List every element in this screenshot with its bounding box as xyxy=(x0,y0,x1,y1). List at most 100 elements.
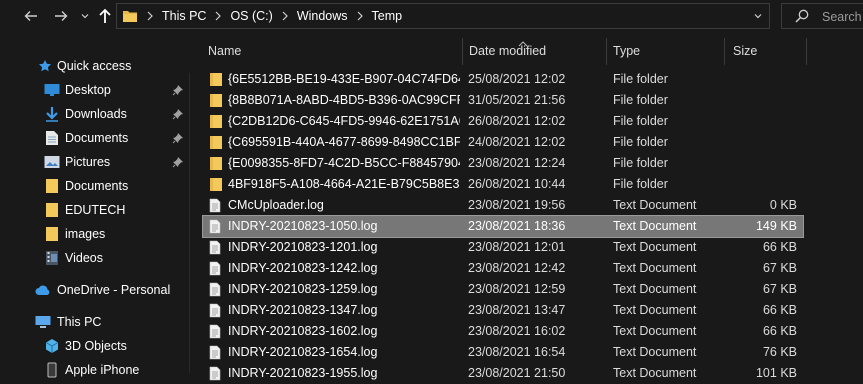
breadcrumb-windows[interactable]: Windows xyxy=(297,9,348,23)
breadcrumb-separator-icon[interactable] xyxy=(214,11,222,21)
sidebar-item-label: Pictures xyxy=(65,155,111,169)
sidebar-item-label: Documents xyxy=(65,131,129,145)
column-divider[interactable] xyxy=(606,38,607,65)
column-divider[interactable] xyxy=(724,38,725,65)
sidebar-item-images[interactable]: images xyxy=(0,223,191,245)
sidebar-item-documents-folder[interactable]: Documents xyxy=(0,175,191,197)
address-toolbar: This PC OS (C:) Windows Temp Search xyxy=(0,0,863,33)
videos-icon xyxy=(44,250,60,266)
file-type: Text Document xyxy=(613,282,697,296)
file-row-folder[interactable]: {C695591B-440A-4677-8699-8498CC1BF9... 24… xyxy=(203,132,803,153)
file-size: 0 KB xyxy=(769,198,797,212)
back-arrow-icon[interactable] xyxy=(20,6,42,26)
text-document-icon xyxy=(209,240,223,255)
file-row-document[interactable]: INDRY-20210823-1654.log 23/08/2021 16:54 T… xyxy=(203,342,803,363)
address-bar[interactable]: This PC OS (C:) Windows Temp xyxy=(116,3,770,29)
text-document-icon xyxy=(209,303,223,318)
column-divider[interactable] xyxy=(806,38,807,65)
file-size: 67 KB xyxy=(762,282,797,296)
navigation-pane: Quick access Desktop Downloads Documents xyxy=(0,33,191,378)
cloud-icon xyxy=(35,282,51,298)
breadcrumb-separator-icon[interactable] xyxy=(146,11,154,21)
sidebar-item-label: This PC xyxy=(57,315,102,329)
sidebar-item-quick-access[interactable]: Quick access xyxy=(0,55,191,77)
star-icon xyxy=(37,58,53,74)
file-row-folder[interactable]: 4BF918F5-A108-4664-A21E-B79C5B8E36C... 26… xyxy=(203,174,803,195)
file-date-modified: 26/08/2021 10:44 xyxy=(468,177,566,191)
file-row-document[interactable]: INDRY-20210823-1347.log 23/08/2021 13:47 T… xyxy=(203,300,803,321)
pin-icon xyxy=(172,108,184,120)
file-type: Text Document xyxy=(613,219,697,233)
file-name: {C695591B-440A-4677-8699-8498CC1BF9... xyxy=(228,135,460,149)
file-type: File folder xyxy=(613,177,668,191)
recent-locations-chevron-icon[interactable] xyxy=(74,6,96,26)
folder-icon xyxy=(44,202,60,218)
file-date-modified: 23/08/2021 18:36 xyxy=(468,219,566,233)
sidebar-item-edutech[interactable]: EDUTECH xyxy=(0,199,191,221)
text-document-icon xyxy=(209,282,223,297)
sidebar-item-documents-pinned[interactable]: Documents xyxy=(0,127,191,149)
sidebar-item-label: 3D Objects xyxy=(65,339,127,353)
address-dropdown-chevron-icon[interactable] xyxy=(753,10,763,24)
file-date-modified: 23/08/2021 12:42 xyxy=(468,261,566,275)
breadcrumb-this-pc[interactable]: This PC xyxy=(162,9,206,23)
pictures-icon xyxy=(44,154,60,170)
file-type: File folder xyxy=(613,156,668,170)
sidebar-item-videos[interactable]: Videos xyxy=(0,247,191,269)
search-input[interactable]: Search xyxy=(781,3,863,29)
file-date-modified: 25/08/2021 12:02 xyxy=(468,72,566,86)
file-date-modified: 23/08/2021 12:24 xyxy=(468,156,566,170)
file-name: INDRY-20210823-1654.log xyxy=(228,345,378,359)
file-type: Text Document xyxy=(613,366,697,380)
file-name: INDRY-20210823-1201.log xyxy=(228,240,378,254)
file-size: 101 KB xyxy=(755,366,797,380)
breadcrumb-os-c[interactable]: OS (C:) xyxy=(230,9,272,23)
sidebar-item-label: OneDrive - Personal xyxy=(57,283,171,297)
file-row-document[interactable]: INDRY-20210823-1242.log 23/08/2021 12:42 T… xyxy=(203,258,803,279)
file-row-document[interactable]: INDRY-20210823-1955.log 23/08/2021 21:50 T… xyxy=(203,363,803,384)
sidebar-item-label: Videos xyxy=(65,251,103,265)
breadcrumb-separator-icon[interactable] xyxy=(356,11,364,21)
forward-arrow-icon[interactable] xyxy=(50,6,72,26)
file-row-document[interactable]: CMcUploader.log 23/08/2021 19:56 Text Docu… xyxy=(203,195,803,216)
file-row-folder[interactable]: {E0098355-8FD7-4C2D-B5CC-F88457904A... 23… xyxy=(203,153,803,174)
sidebar-item-onedrive[interactable]: OneDrive - Personal xyxy=(0,279,191,301)
computer-icon xyxy=(35,314,51,330)
file-row-folder[interactable]: {C2DB12D6-C645-4FD5-9946-62E1751A67... 26… xyxy=(203,111,803,132)
sidebar-item-this-pc[interactable]: This PC xyxy=(0,311,191,333)
sidebar-item-3d-objects[interactable]: 3D Objects xyxy=(0,335,191,357)
column-header-size[interactable]: Size xyxy=(733,44,757,58)
file-type: Text Document xyxy=(613,303,697,317)
search-placeholder: Search xyxy=(822,10,862,24)
column-header-type[interactable]: Type xyxy=(613,44,640,58)
file-date-modified: 23/08/2021 19:56 xyxy=(468,198,566,212)
column-header-date-modified[interactable]: Date modified xyxy=(469,44,546,58)
up-arrow-icon[interactable] xyxy=(94,6,116,26)
desktop-icon xyxy=(44,82,60,98)
file-name: {6E5512BB-BE19-433E-B907-04C74FD642... xyxy=(228,72,460,86)
file-row-document[interactable]: INDRY-20210823-1201.log 23/08/2021 12:01 T… xyxy=(203,237,803,258)
breadcrumb-separator-icon[interactable] xyxy=(281,11,289,21)
search-icon xyxy=(795,9,809,26)
breadcrumb-temp[interactable]: Temp xyxy=(372,9,403,23)
column-divider[interactable] xyxy=(462,38,463,65)
sidebar-item-label: Apple iPhone xyxy=(65,363,140,377)
sidebar-item-apple-iphone[interactable]: Apple iPhone xyxy=(0,359,191,381)
file-type: Text Document xyxy=(613,198,697,212)
sidebar-item-desktop[interactable]: Desktop xyxy=(0,79,191,101)
file-name: INDRY-20210823-1259.log xyxy=(228,282,378,296)
file-row-document[interactable]: INDRY-20210823-1602.log 23/08/2021 16:02 T… xyxy=(203,321,803,342)
sidebar-item-downloads[interactable]: Downloads xyxy=(0,103,191,125)
text-document-icon xyxy=(209,198,223,213)
pin-icon xyxy=(172,84,184,96)
column-header-name[interactable]: Name xyxy=(208,44,241,58)
file-row-document[interactable]: INDRY-20210823-1050.log 23/08/2021 18:36 T… xyxy=(202,215,804,238)
file-date-modified: 23/08/2021 12:59 xyxy=(468,282,566,296)
sidebar-item-pictures[interactable]: Pictures xyxy=(0,151,191,173)
sidebar-item-label: EDUTECH xyxy=(65,203,126,217)
file-row-folder[interactable]: {6E5512BB-BE19-433E-B907-04C74FD642... 25… xyxy=(203,69,803,90)
folder-icon xyxy=(209,114,223,129)
file-row-folder[interactable]: {8B8B071A-8ABD-4BD5-B396-0AC99CFF4... 31/… xyxy=(203,90,803,111)
file-type: Text Document xyxy=(613,240,697,254)
file-row-document[interactable]: INDRY-20210823-1259.log 23/08/2021 12:59 T… xyxy=(203,279,803,300)
